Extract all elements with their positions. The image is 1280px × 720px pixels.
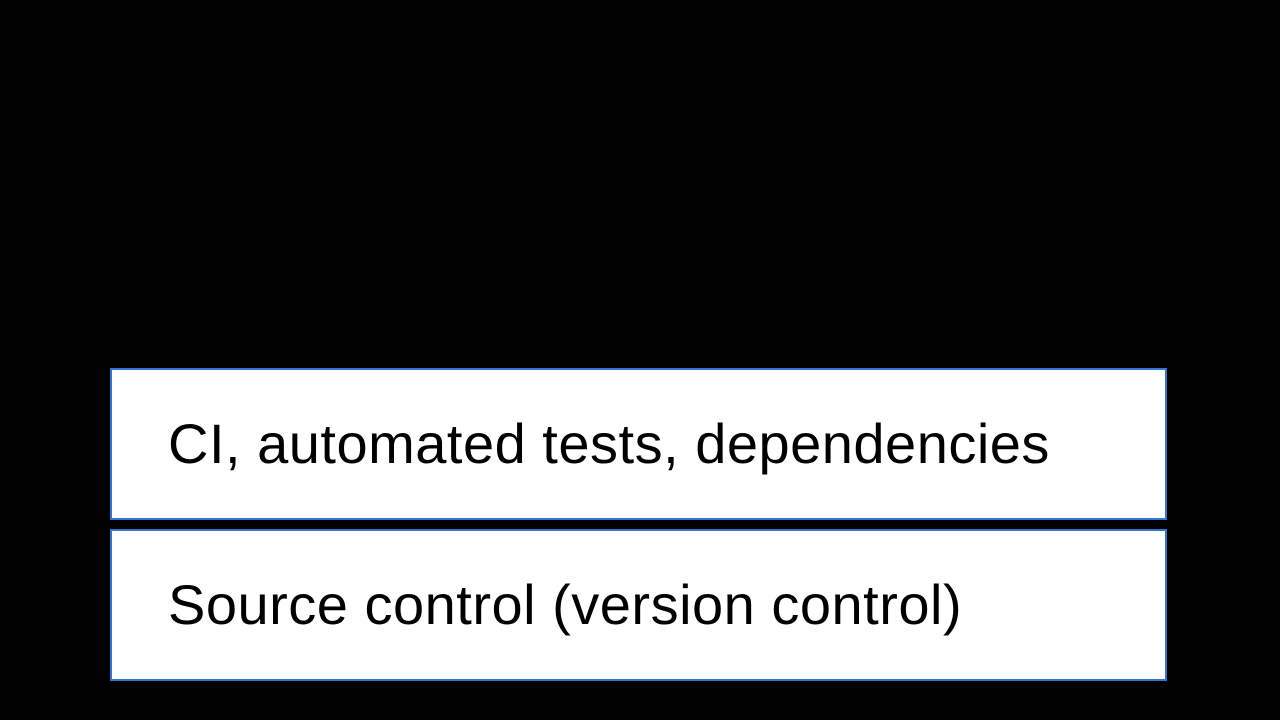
layer-box-source-control: Source control (version control)	[110, 529, 1167, 681]
slide-stage: CI, automated tests, dependencies Source…	[0, 0, 1280, 720]
layer-box-source-control-label: Source control (version control)	[168, 574, 962, 636]
layer-box-ci-label: CI, automated tests, dependencies	[168, 413, 1050, 475]
layer-box-ci: CI, automated tests, dependencies	[110, 368, 1167, 520]
